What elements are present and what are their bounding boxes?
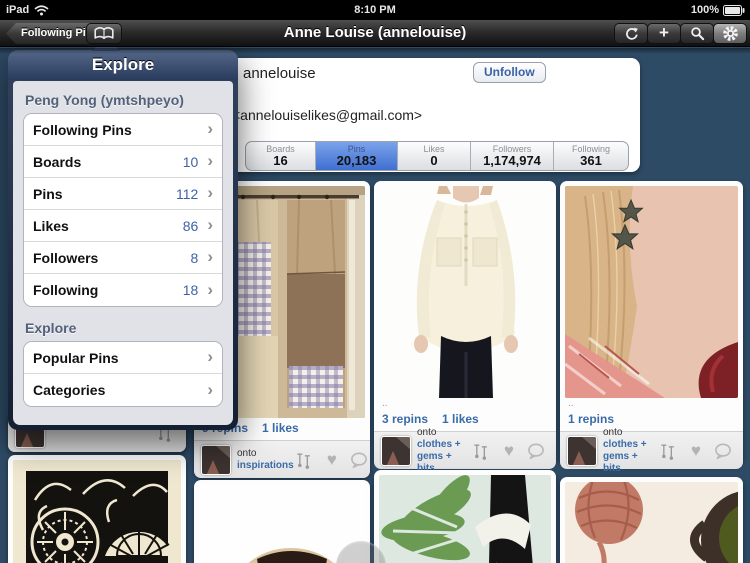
pin-description: .. [382,398,388,409]
explore-menu-group: Popular Pins › Categories › [23,341,223,407]
pin-image-earring[interactable] [565,186,738,398]
repin-icon[interactable] [471,442,491,460]
profile-stats-segmented-control: Boards 16 Pins 20,183 Likes 0 Followers … [245,141,629,171]
menu-item-followers[interactable]: Followers 8 › [24,242,222,274]
popover-body: Peng Yong (ymtshpeyo) Following Pins › B… [13,81,233,425]
app-screen: iPad 8:10 PM 100% Following Pins Anne Lo… [0,0,750,563]
pin-likes[interactable]: 1 likes [442,412,479,426]
pin-footer: onto inspirations ♥ [194,440,370,478]
pin-footer: onto clothes + gems + bits ♥ [374,427,556,474]
account-section-label: Peng Yong (ymtshpeyo) [25,92,184,108]
explore-section-label: Explore [25,320,77,336]
comment-icon[interactable] [527,443,545,459]
menu-item-boards[interactable]: Boards 10 › [24,146,222,178]
pinner-avatar[interactable] [381,435,411,466]
settings-button[interactable] [713,23,747,44]
onto-label: onto [237,447,257,459]
chevron-right-icon: › [207,119,213,138]
board-link[interactable]: clothes + gems + bits [603,439,658,475]
chevron-right-icon: › [207,215,213,234]
pin-image-blouse[interactable] [379,186,551,398]
pin-repins[interactable]: 1 repins [568,412,614,426]
plus-icon: + [659,23,669,42]
menu-item-following-pins[interactable]: Following Pins › [24,114,222,146]
pin-footer: onto clothes + gems + bits ♥ [560,427,743,474]
pin-card-blouse[interactable]: .. 3 repins 1 likes onto clothes + gems +… [374,181,556,474]
pin-card-floral-tile[interactable] [8,455,186,563]
chevron-right-icon: › [207,247,213,266]
repin-icon[interactable] [658,442,678,460]
menu-item-likes[interactable]: Likes 86 › [24,210,222,242]
search-icon [690,27,704,41]
pin-repins[interactable]: 3 repins [382,412,428,426]
status-time: 8:10 PM [354,4,396,16]
unfollow-button[interactable]: Unfollow [473,62,546,83]
chevron-right-icon: › [207,347,213,366]
profile-card: annelouise Unfollow <annelouiselikes@gma… [190,58,640,172]
menu-item-following[interactable]: Following 18 › [24,274,222,306]
stats-segment-pins[interactable]: Pins 20,183 [316,142,398,170]
refresh-icon [625,27,638,40]
stats-segment-boards[interactable]: Boards 16 [246,142,316,170]
onto-label: onto [417,426,437,438]
pin-card-yarn[interactable] [560,477,743,563]
menu-item-pins[interactable]: Pins 112 › [24,178,222,210]
onto-label: onto [603,426,623,438]
pin-image-floral-tile[interactable] [13,460,181,563]
profile-username: annelouise [243,65,316,82]
comment-icon[interactable] [714,443,732,459]
status-bar: iPad 8:10 PM 100% [0,0,750,20]
repin-icon[interactable] [294,451,314,469]
board-link[interactable]: inspirations [237,460,294,472]
account-menu-group: Following Pins › Boards 10 › Pins 112 › … [23,113,223,307]
pin-description: .. [568,398,574,409]
pin-card-earring[interactable]: .. 1 repins onto clothes + gems + bits ♥ [560,181,743,474]
pin-image-yarn[interactable] [565,482,738,563]
chevron-right-icon: › [207,279,213,299]
stats-segment-likes[interactable]: Likes 0 [398,142,471,170]
chevron-right-icon: › [207,379,213,399]
explore-popover: Explore Peng Yong (ymtshpeyo) Following … [8,38,238,430]
menu-item-popular-pins[interactable]: Popular Pins › [24,342,222,374]
unfollow-button-label: Unfollow [484,65,535,79]
pin-card-plant[interactable] [374,470,556,563]
refresh-button[interactable] [614,23,648,44]
stats-segment-followers[interactable]: Followers 1,174,974 [471,142,554,170]
search-button[interactable] [680,23,714,44]
pinner-avatar[interactable] [201,444,231,475]
battery-percent: 100% [690,4,719,16]
like-icon[interactable]: ♥ [327,451,337,468]
pin-likes[interactable]: 1 likes [262,421,299,435]
stats-segment-following[interactable]: Following 361 [554,142,628,170]
menu-item-categories[interactable]: Categories › [24,374,222,406]
pin-stats: 1 repins [565,409,738,428]
add-button[interactable]: + [647,23,681,44]
profile-email: <annelouiselikes@gmail.com> [232,107,423,123]
pin-image-plant[interactable] [379,475,551,563]
comment-icon[interactable] [350,452,368,468]
chevron-right-icon: › [207,151,213,170]
gear-icon [722,26,738,41]
popover-title: Explore [8,50,238,80]
pin-stats: 3 repins 1 likes [379,409,551,428]
nav-bar: Following Pins Anne Louise (annelouise) … [0,20,750,54]
battery-icon [723,4,745,16]
like-icon[interactable]: ♥ [504,442,514,459]
chevron-right-icon: › [207,183,213,202]
pinner-avatar[interactable] [567,435,597,466]
like-icon[interactable]: ♥ [691,442,701,459]
